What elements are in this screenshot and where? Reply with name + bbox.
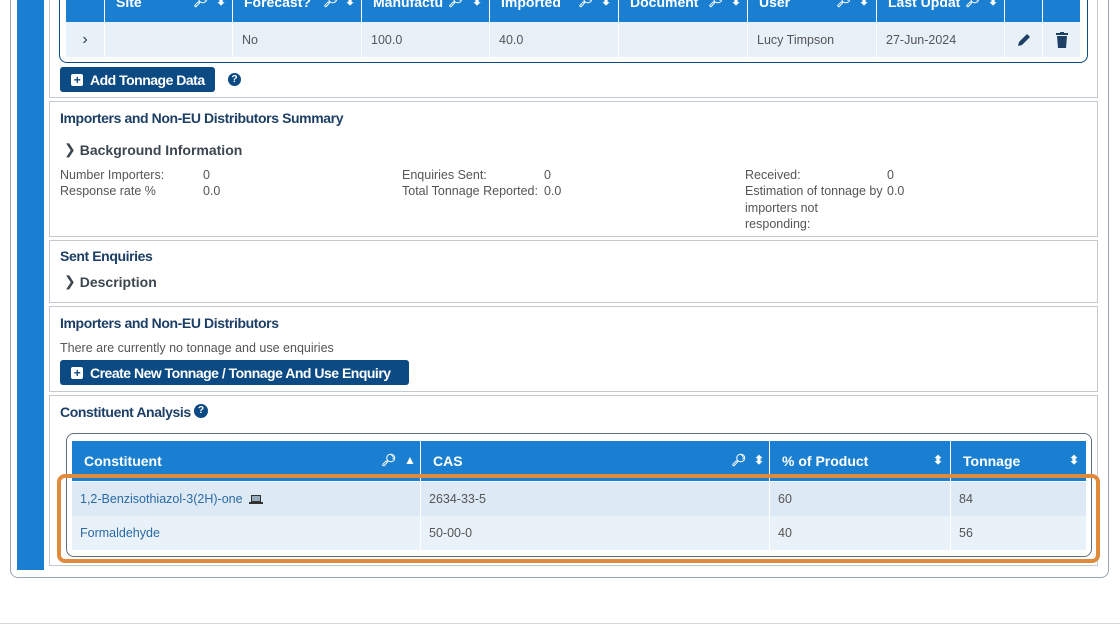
- page-divider: [0, 623, 1120, 624]
- cell-cas: 2634-33-5: [420, 482, 769, 516]
- chevron-right-icon[interactable]: ›: [66, 22, 104, 57]
- sort-icon[interactable]: ⬍: [345, 0, 355, 8]
- sort-icon[interactable]: ⬍: [933, 453, 943, 467]
- total-tonnage-value: 0.0: [544, 184, 562, 198]
- response-rate-value: 0.0: [203, 184, 221, 198]
- add-tonnage-data-button[interactable]: + Add Tonnage Data: [60, 67, 215, 92]
- header-percent-of-product[interactable]: % of Product ⬍: [769, 441, 950, 481]
- sort-icon[interactable]: ⬍: [859, 0, 869, 8]
- sort-icon[interactable]: ⬍: [1069, 453, 1079, 467]
- cell-constituent[interactable]: Formaldehyde: [72, 516, 420, 550]
- importers-summary-panel: Importers and Non-EU Distributors Summar…: [49, 101, 1098, 237]
- number-importers-label: Number Importers:: [60, 168, 165, 182]
- cell-last-updated: 27-Jun-2024: [876, 22, 1004, 57]
- received-label: Received:: [745, 168, 801, 182]
- delete-column-header: [1042, 0, 1080, 22]
- cell-manufactured: 100.0: [361, 22, 489, 57]
- header-last-updated[interactable]: Last Updat 🔎︎ ⬍: [876, 0, 1004, 22]
- cell-tonnage: 56: [950, 516, 1086, 550]
- constituent-analysis-title: Constituent Analysis: [60, 404, 191, 420]
- search-icon[interactable]: 🔎︎: [193, 0, 208, 8]
- edit-column-header: [1004, 0, 1042, 22]
- plus-icon: +: [71, 366, 83, 379]
- header-forecast[interactable]: Forecast? 🔎︎ ⬍: [232, 0, 361, 22]
- sort-icon[interactable]: ⬍: [472, 0, 482, 8]
- search-icon[interactable]: 🔎︎: [578, 0, 593, 8]
- search-icon[interactable]: 🔎︎: [965, 0, 980, 8]
- search-icon[interactable]: 🔎︎: [708, 0, 723, 8]
- help-icon[interactable]: ?: [228, 73, 241, 86]
- plus-icon: +: [71, 73, 83, 86]
- header-constituent[interactable]: Constituent 🔎︎ ▲: [72, 441, 420, 481]
- sort-icon[interactable]: ⬍: [988, 0, 998, 8]
- no-enquiries-text: There are currently no tonnage and use e…: [60, 341, 334, 355]
- cell-document: [618, 22, 747, 57]
- cell-site: [104, 22, 232, 57]
- header-tonnage[interactable]: Tonnage ⬍: [950, 441, 1086, 481]
- enquiries-sent-value: 0: [544, 168, 551, 182]
- sent-enquiries-panel: Sent Enquiries ❯ Description: [49, 240, 1098, 303]
- left-accent-bar: [17, 0, 44, 570]
- sort-icon[interactable]: ⬍: [754, 453, 764, 467]
- search-icon[interactable]: 🔎︎: [323, 0, 338, 8]
- cell-imported: 40.0: [489, 22, 618, 57]
- description-toggle[interactable]: ❯ Description: [64, 273, 157, 290]
- search-icon[interactable]: 🔎︎: [448, 0, 463, 8]
- header-user[interactable]: User 🔎︎ ⬍: [747, 0, 876, 22]
- total-tonnage-label: Total Tonnage Reported:: [402, 184, 538, 198]
- cell-cas: 50-00-0: [420, 516, 769, 550]
- table-row[interactable]: 1,2-Benzisothiazol-3(2H)-one 2634-33-5 6…: [72, 482, 1086, 516]
- chevron-right-icon: ❯: [64, 141, 76, 157]
- enquiries-sent-label: Enquiries Sent:: [402, 168, 487, 182]
- number-importers-value: 0: [203, 168, 210, 182]
- create-enquiry-button[interactable]: + Create New Tonnage / Tonnage And Use E…: [60, 360, 409, 385]
- help-icon[interactable]: ?: [194, 404, 208, 418]
- table-row[interactable]: › No 100.0 40.0 Lucy Timpson 27-Jun-2024: [66, 22, 1080, 57]
- estimation-label: Estimation of tonnage by importers not r…: [745, 184, 883, 231]
- header-site[interactable]: Site 🔎︎ ⬍: [104, 0, 232, 22]
- sent-enquiries-title: Sent Enquiries: [60, 248, 153, 264]
- tonnage-table-header: Site 🔎︎ ⬍ Forecast? 🔎︎ ⬍ Manufactu 🔎︎ ⬍ …: [66, 0, 1080, 22]
- cell-percent: 40: [769, 516, 950, 550]
- chevron-right-icon: ❯: [64, 273, 76, 289]
- importers-summary-title: Importers and Non-EU Distributors Summar…: [60, 110, 344, 126]
- search-icon[interactable]: 🔎︎: [731, 453, 746, 467]
- sort-icon[interactable]: ⬍: [216, 0, 226, 8]
- sort-icon[interactable]: ⬍: [601, 0, 611, 8]
- constituent-table-header: Constituent 🔎︎ ▲ CAS 🔎︎ ⬍ % of Product ⬍…: [72, 441, 1086, 481]
- estimation-value: 0.0: [887, 184, 905, 198]
- background-information-toggle[interactable]: ❯ Background Information: [64, 141, 242, 158]
- header-imported[interactable]: Imported 🔎︎ ⬍: [489, 0, 618, 22]
- received-value: 0: [887, 168, 894, 182]
- importers-title: Importers and Non-EU Distributors: [60, 315, 279, 331]
- search-icon[interactable]: 🔎︎: [381, 453, 396, 467]
- sort-asc-icon[interactable]: ▲: [404, 453, 416, 467]
- cell-percent: 60: [769, 482, 950, 516]
- search-icon[interactable]: 🔎︎: [836, 0, 851, 8]
- table-row[interactable]: Formaldehyde 50-00-0 40 56: [72, 516, 1086, 550]
- expand-column-header: [66, 0, 104, 22]
- laptop-icon: [248, 494, 263, 505]
- delete-icon[interactable]: [1042, 22, 1080, 57]
- edit-icon[interactable]: [1004, 22, 1042, 57]
- header-manufactured[interactable]: Manufactu 🔎︎ ⬍: [361, 0, 489, 22]
- cell-tonnage: 84: [950, 482, 1086, 516]
- cell-user: Lucy Timpson: [747, 22, 876, 57]
- header-cas[interactable]: CAS 🔎︎ ⬍: [420, 441, 769, 481]
- response-rate-label: Response rate %: [60, 184, 156, 198]
- cell-forecast: No: [232, 22, 361, 57]
- header-document[interactable]: Document 🔎︎ ⬍: [618, 0, 747, 22]
- sort-icon[interactable]: ⬍: [731, 0, 741, 8]
- cell-constituent[interactable]: 1,2-Benzisothiazol-3(2H)-one: [72, 482, 420, 516]
